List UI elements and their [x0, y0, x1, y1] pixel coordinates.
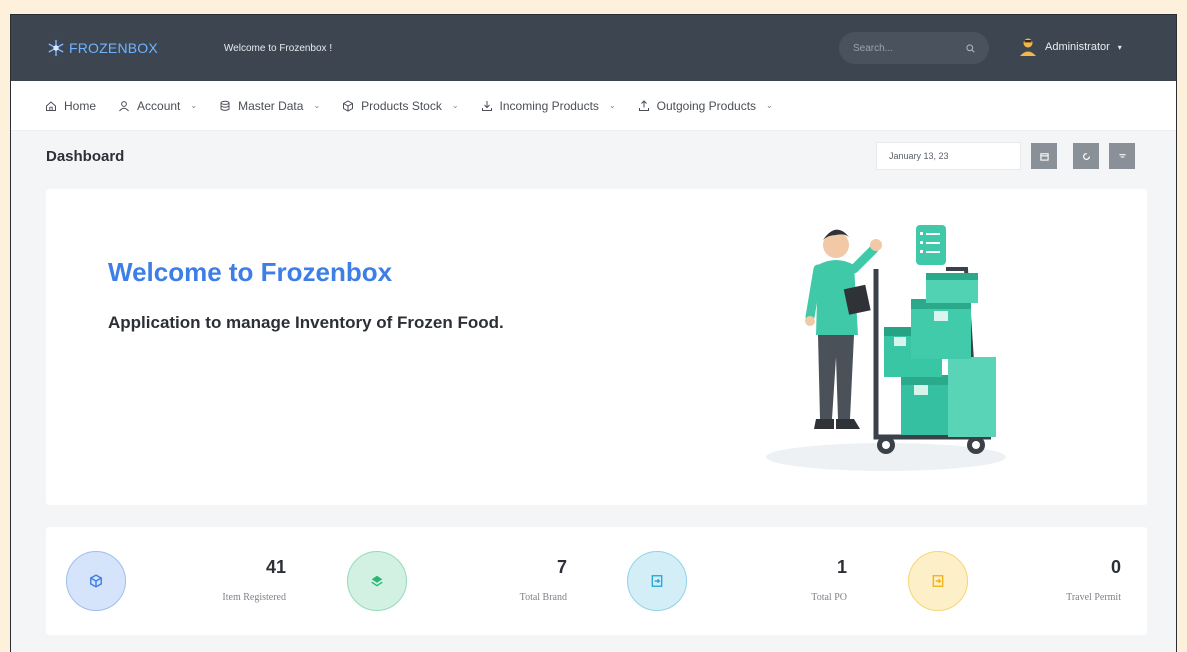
cube-icon: [90, 574, 102, 588]
stat-icon-circle: [908, 551, 968, 611]
chevron-down-icon: ⌄: [451, 101, 459, 110]
home-icon: [46, 100, 56, 111]
chevron-down-icon: ⌄: [766, 101, 773, 110]
nav-item-outgoing-products[interactable]: Outgoing Products ⌄: [638, 99, 773, 113]
page-header: Dashboard January 13, 23: [11, 131, 1176, 185]
page-title: Dashboard: [46, 148, 125, 165]
nav-item-master-data[interactable]: Master Data ⌄: [219, 99, 320, 113]
avatar-icon: [1020, 38, 1036, 56]
app-window: FROZENBOX Welcome to Frozenbox ! Adminis…: [10, 14, 1177, 652]
logout-icon: [932, 575, 944, 587]
welcome-text: Welcome to Frozenbox !: [223, 42, 333, 54]
database-icon: [220, 100, 230, 111]
filter-icon: [1118, 153, 1126, 157]
calendar-icon: [1039, 152, 1049, 161]
stat-label: Item Registered: [222, 592, 286, 603]
chevron-down-icon: ▾: [1117, 42, 1122, 52]
nav-label: Incoming Products: [499, 98, 599, 113]
chevron-down-icon: ⌄: [313, 101, 321, 110]
chevron-down-icon: ⌄: [608, 101, 616, 110]
logo[interactable]: FROZENBOX: [47, 39, 158, 57]
nav-label: Home: [64, 98, 97, 113]
user-icon: [119, 100, 129, 111]
stat-card-travel-permit[interactable]: 0 Travel Permit: [888, 527, 1147, 635]
stat-card-items[interactable]: 41 Item Registered: [46, 527, 334, 635]
hero-subtitle: Application to manage Inventory of Froze…: [108, 313, 504, 332]
stat-label: Travel Permit: [1066, 592, 1121, 603]
date-picker-input[interactable]: January 13, 23: [876, 142, 1021, 170]
refresh-button[interactable]: [1073, 143, 1099, 169]
search-input[interactable]: [853, 42, 953, 54]
stat-value: 1: [836, 557, 847, 577]
refresh-icon: [1082, 152, 1090, 160]
hero-title: Welcome to Frozenbox: [108, 257, 393, 287]
stat-value: 0: [1110, 557, 1121, 577]
user-menu[interactable]: Administrator ▾: [1019, 37, 1122, 57]
chevron-down-icon: ⌄: [190, 101, 198, 110]
stat-label: Total Brand: [519, 592, 567, 603]
stat-icon-circle: [347, 551, 407, 611]
nav-item-products-stock[interactable]: Products Stock ⌄: [342, 98, 459, 113]
nav-label: Account: [137, 98, 181, 113]
stat-icon-circle: [66, 551, 126, 611]
main-nav: Home Account ⌄ Master Data ⌄ Products St…: [11, 81, 1176, 131]
nav-item-home[interactable]: Home: [45, 99, 96, 113]
layers-icon: [371, 575, 383, 587]
filter-button[interactable]: [1109, 143, 1135, 169]
warehouse-worker-illustration: [766, 225, 1006, 471]
stat-icon-circle: [627, 551, 687, 611]
nav-item-incoming-products[interactable]: Incoming Products ⌄: [481, 99, 616, 113]
box-icon: [343, 99, 354, 112]
login-icon: [651, 575, 663, 587]
nav-label: Products Stock: [361, 98, 442, 113]
stat-card-po[interactable]: 1 Total PO: [607, 527, 895, 635]
nav-label: Outgoing Products: [656, 98, 757, 113]
welcome-card: Welcome to Frozenbox Application to mana…: [46, 189, 1147, 505]
stat-label: Total PO: [811, 592, 847, 603]
nav-item-account[interactable]: Account ⌄: [118, 99, 197, 113]
user-name: Administrator: [1045, 41, 1110, 53]
snowflake-logo-icon: [48, 39, 64, 57]
search-box[interactable]: [839, 32, 989, 64]
upload-icon: [638, 99, 649, 111]
stat-value: 7: [556, 557, 567, 577]
topbar: FROZENBOX Welcome to Frozenbox ! Adminis…: [11, 15, 1176, 81]
stat-value: 41: [265, 557, 286, 577]
calendar-button[interactable]: [1031, 143, 1057, 169]
logo-text: FROZENBOX: [69, 40, 158, 56]
download-icon: [481, 100, 492, 111]
stat-card-brands[interactable]: 7 Total Brand: [327, 527, 615, 635]
search-icon[interactable]: [966, 43, 975, 53]
nav-label: Master Data: [238, 98, 304, 113]
